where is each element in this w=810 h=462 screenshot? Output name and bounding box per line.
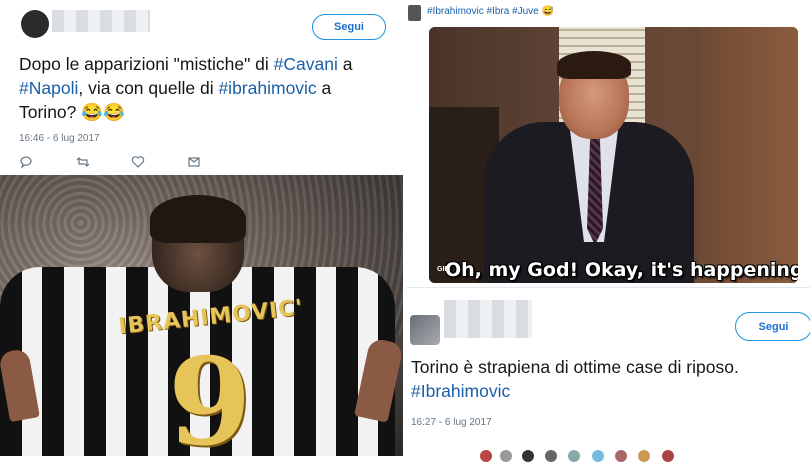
avatar[interactable]: [410, 315, 440, 345]
hashtag-line: #Ibrahimovic #Ibra #Juve 😅: [427, 6, 554, 17]
door-frame: [699, 27, 798, 283]
text-segment: a: [337, 54, 353, 74]
separator: [403, 0, 407, 456]
liker-avatar[interactable]: [500, 450, 512, 462]
text-segment: Torino?: [19, 102, 82, 122]
retweet-icon[interactable]: [76, 155, 90, 169]
tweet-photo[interactable]: IBRAHIMOVIC' 9: [0, 175, 403, 456]
text-segment: , via con quelle di: [78, 78, 219, 98]
hashtag-link[interactable]: #Ibrahimovic: [427, 6, 484, 17]
gif-caption: Oh, my God! Okay, it's happening!: [445, 259, 798, 281]
hashtag-link[interactable]: #Juve: [512, 6, 539, 17]
hashtag-link[interactable]: #Napoli: [19, 78, 78, 98]
follow-button[interactable]: Segui: [312, 14, 386, 40]
liker-avatar[interactable]: [480, 450, 492, 462]
liker-avatar[interactable]: [662, 450, 674, 462]
emoji: 😅: [541, 6, 554, 17]
pixelated-username: [444, 300, 532, 338]
gif-badge: GIF: [437, 266, 449, 273]
hashtag-link[interactable]: #Ibrahimovic: [411, 381, 510, 401]
gif-media[interactable]: Oh, my God! Okay, it's happening! GIF: [429, 27, 798, 283]
emoji: 😂😂: [81, 102, 125, 122]
hair: [557, 51, 631, 79]
hashtag-link[interactable]: #ibrahimovic: [218, 78, 316, 98]
text-segment: Torino è strapiena di ottime case di rip…: [411, 357, 739, 377]
liker-avatar[interactable]: [615, 450, 627, 462]
tweet-divider: [407, 287, 810, 288]
liker-avatar[interactable]: [545, 450, 557, 462]
tweet-text: Torino è strapiena di ottime case di rip…: [411, 355, 810, 403]
follow-button[interactable]: Segui: [735, 312, 810, 341]
liker-avatar[interactable]: [638, 450, 650, 462]
avatar[interactable]: [21, 10, 49, 38]
like-icon[interactable]: [131, 155, 145, 169]
shirt-number: 9: [168, 332, 252, 457]
message-icon[interactable]: [187, 155, 201, 169]
liker-avatar[interactable]: [522, 450, 534, 462]
reply-icon[interactable]: [19, 155, 33, 169]
liker-avatar[interactable]: [592, 450, 604, 462]
hashtag-link[interactable]: #Cavani: [274, 54, 338, 74]
avatar-small[interactable]: [408, 5, 421, 21]
tweet-text: Dopo le apparizioni "mistiche" di #Cavan…: [19, 52, 399, 124]
player-hair: [150, 195, 246, 243]
timestamp[interactable]: 16:46 - 6 lug 2017: [19, 133, 100, 144]
pixelated-username: [52, 10, 150, 32]
timestamp[interactable]: 16:27 - 6 lug 2017: [411, 417, 492, 428]
text-segment: Dopo le apparizioni "mistiche" di: [19, 54, 274, 74]
hashtag-link[interactable]: #Ibra: [486, 6, 509, 17]
text-segment: a: [316, 78, 332, 98]
liker-avatar[interactable]: [568, 450, 580, 462]
